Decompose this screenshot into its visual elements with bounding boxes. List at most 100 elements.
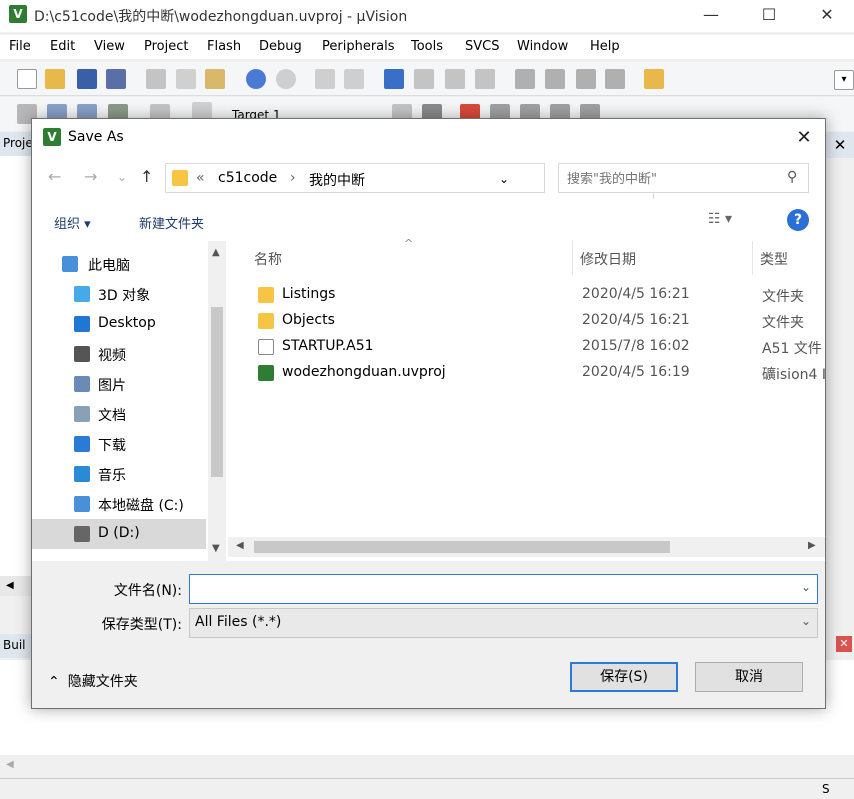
bookmark-icon[interactable]: [384, 69, 404, 89]
new-file-icon[interactable]: [17, 69, 37, 89]
cancel-button[interactable]: 取消: [695, 662, 803, 692]
file-list-scroll-thumb[interactable]: [254, 541, 670, 553]
nav-item-disk-d[interactable]: D (D:): [32, 519, 206, 549]
file-row[interactable]: Objects 2020/4/5 16:21 文件夹: [248, 309, 818, 335]
file-name: wodezhongduan.uvproj: [282, 364, 446, 380]
minimize-button[interactable]: —: [682, 0, 740, 30]
undo-icon[interactable]: [246, 69, 266, 89]
column-header-date[interactable]: 修改日期: [580, 249, 636, 269]
comment-icon[interactable]: [576, 69, 596, 89]
open-file-icon[interactable]: [45, 69, 65, 89]
address-bar[interactable]: « c51code › 我的中断 ⌄ ↻: [165, 163, 673, 200]
new-folder-button[interactable]: 新建文件夹: [139, 213, 204, 232]
menu-view[interactable]: View: [94, 39, 125, 54]
panel-close-icon[interactable]: ✕: [826, 132, 854, 158]
project-hscroll[interactable]: ◀: [0, 576, 32, 596]
copy-icon[interactable]: [176, 69, 196, 89]
address-part-c51code[interactable]: c51code: [218, 170, 277, 186]
cut-icon[interactable]: [146, 69, 166, 89]
scroll-down-icon[interactable]: ▼: [212, 543, 220, 554]
nav-item-3d-objects[interactable]: 3D 对象: [32, 279, 206, 309]
search-input[interactable]: [567, 169, 777, 189]
menu-window[interactable]: Window: [517, 39, 568, 54]
nav-pane-scrollbar[interactable]: ▲ ▼: [208, 241, 226, 561]
file-type: 文件夹: [762, 315, 804, 331]
address-dropdown-icon[interactable]: ⌄: [499, 172, 509, 186]
find-in-files-icon[interactable]: [644, 69, 664, 89]
menu-debug[interactable]: Debug: [259, 39, 302, 54]
column-separator[interactable]: [572, 241, 573, 275]
file-row[interactable]: wodezhongduan.uvproj 2020/4/5 16:19 礦isi…: [248, 361, 826, 387]
project-panel-tab[interactable]: Proje: [0, 132, 33, 156]
column-header-name[interactable]: 名称: [254, 249, 282, 269]
address-overflow[interactable]: «: [196, 170, 205, 186]
up-button[interactable]: ↑: [140, 167, 153, 186]
dialog-close-button[interactable]: ✕: [789, 123, 819, 153]
file-list-hscroll[interactable]: ◀ ▶: [228, 537, 825, 557]
toolbar-dropdown-icon[interactable]: ▾: [834, 70, 854, 90]
menu-svcs[interactable]: SVCS: [465, 39, 499, 54]
nav-item-this-pc[interactable]: 此电脑: [32, 249, 206, 279]
scroll-left-icon[interactable]: ◀: [236, 540, 244, 551]
nav-back-icon[interactable]: [315, 69, 335, 89]
nav-pane-scroll-thumb[interactable]: [211, 307, 223, 477]
filename-input[interactable]: [195, 579, 785, 599]
menu-project[interactable]: Project: [144, 39, 188, 54]
maximize-button[interactable]: ☐: [740, 0, 798, 30]
menu-file[interactable]: File: [9, 39, 31, 54]
disk-c-icon: [74, 496, 90, 512]
view-options-icon[interactable]: ☷ ▾: [708, 211, 732, 227]
nav-item-music[interactable]: 音乐: [32, 459, 206, 489]
help-icon[interactable]: ?: [787, 209, 809, 231]
build-output-hscroll[interactable]: ◀: [0, 756, 838, 774]
nav-item-desktop[interactable]: Desktop: [32, 309, 206, 339]
redo-icon[interactable]: [276, 69, 296, 89]
file-type: A51 文件: [762, 341, 822, 357]
menu-edit[interactable]: Edit: [50, 39, 75, 54]
filetype-select[interactable]: All Files (*.*) ⌄: [189, 608, 818, 638]
organize-button[interactable]: 组织 ▾: [54, 213, 91, 232]
search-box[interactable]: ⚲: [558, 163, 809, 193]
window-close-button[interactable]: ✕: [798, 0, 854, 30]
hide-folders-toggle[interactable]: ⌃ 隐藏文件夹: [48, 671, 138, 691]
command-bar: 组织 ▾ 新建文件夹 ☷ ▾ ?: [32, 199, 825, 241]
menu-peripherals[interactable]: Peripherals: [322, 39, 395, 54]
menu-help[interactable]: Help: [590, 39, 620, 54]
nav-item-pictures[interactable]: 图片: [32, 369, 206, 399]
scroll-right-icon[interactable]: ▶: [808, 540, 816, 551]
nav-item-downloads[interactable]: 下载: [32, 429, 206, 459]
filetype-value: All Files (*.*): [195, 614, 282, 630]
column-header-type[interactable]: 类型: [760, 249, 788, 269]
save-icon[interactable]: [77, 69, 97, 89]
filename-combobox[interactable]: ⌄: [189, 574, 818, 604]
search-icon[interactable]: ⚲: [787, 169, 797, 185]
recent-locations-button[interactable]: ⌄: [117, 170, 127, 184]
build-output-tab[interactable]: Buil: [0, 634, 32, 658]
next-bookmark-icon[interactable]: [445, 69, 465, 89]
menu-flash[interactable]: Flash: [207, 39, 241, 54]
forward-button[interactable]: →: [84, 167, 97, 186]
nav-item-videos[interactable]: 视频: [32, 339, 206, 369]
indent-icon[interactable]: [515, 69, 535, 89]
filename-dropdown-icon[interactable]: ⌄: [801, 580, 811, 594]
menu-tools[interactable]: Tools: [411, 39, 443, 54]
clear-bookmarks-icon[interactable]: [475, 69, 495, 89]
back-button[interactable]: ←: [48, 167, 61, 186]
nav-forward-icon[interactable]: [344, 69, 364, 89]
unindent-icon[interactable]: [545, 69, 565, 89]
uncomment-icon[interactable]: [605, 69, 625, 89]
save-all-icon[interactable]: [106, 69, 126, 89]
nav-item-label: 音乐: [98, 468, 126, 484]
scroll-up-icon[interactable]: ▲: [212, 247, 220, 258]
column-separator[interactable]: [752, 241, 753, 275]
filetype-dropdown-icon[interactable]: ⌄: [801, 614, 811, 628]
build-output-close-icon[interactable]: ✕: [836, 636, 852, 652]
paste-icon[interactable]: [205, 69, 225, 89]
file-row[interactable]: STARTUP.A51 2015/7/8 16:02 A51 文件: [248, 335, 822, 361]
nav-item-disk-c[interactable]: 本地磁盘 (C:): [32, 489, 206, 519]
save-button[interactable]: 保存(S): [570, 662, 678, 692]
nav-item-documents[interactable]: 文档: [32, 399, 206, 429]
address-part-current[interactable]: 我的中断: [309, 170, 365, 190]
prev-bookmark-icon[interactable]: [414, 69, 434, 89]
file-row[interactable]: Listings 2020/4/5 16:21 文件夹: [248, 283, 818, 309]
